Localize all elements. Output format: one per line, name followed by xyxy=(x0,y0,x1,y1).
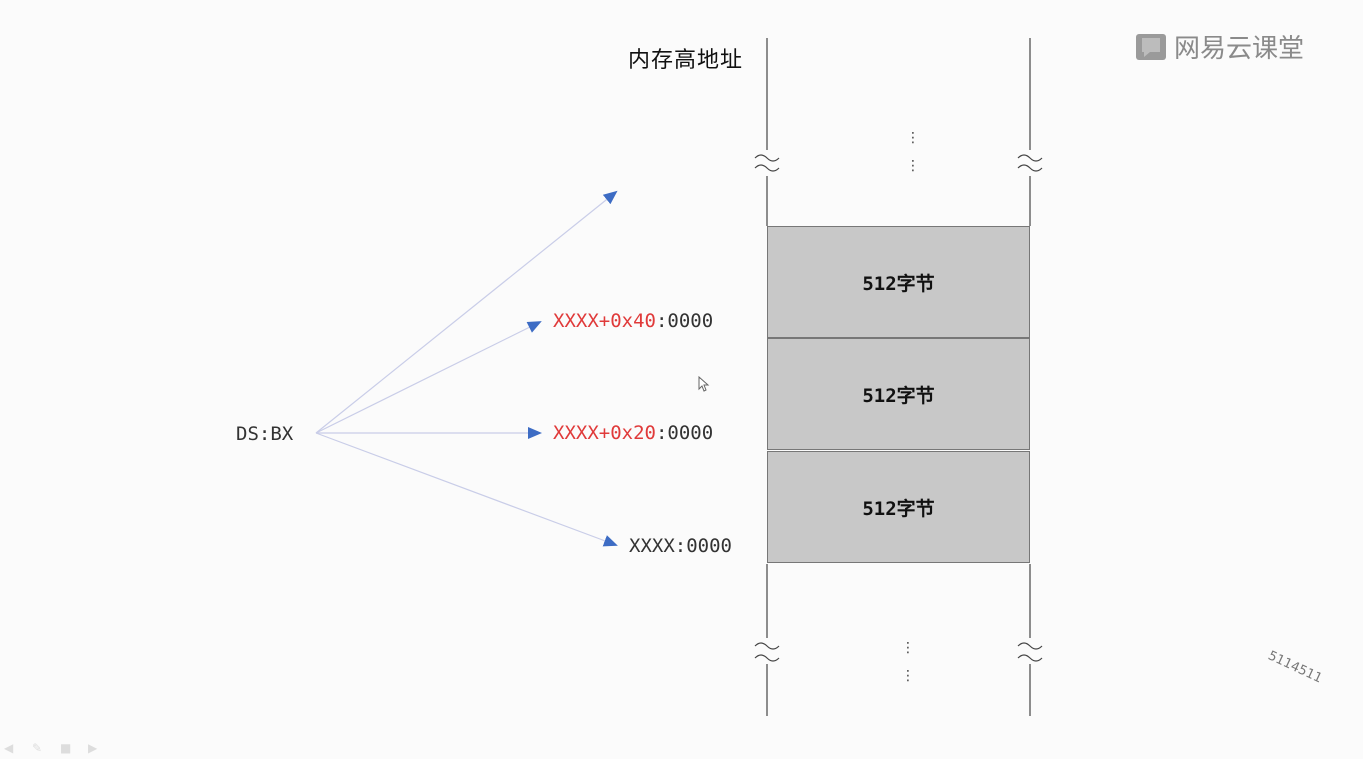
address-plus-20: XXXX+0x20:0000 xyxy=(553,422,713,444)
break-mark-left-top-a xyxy=(754,154,780,162)
ds-bx-label: DS:BX xyxy=(236,423,294,445)
break-mark-right-bottom-a xyxy=(1017,642,1043,650)
address-plus-20-offset: :0000 xyxy=(655,422,714,444)
ellipsis-top-2: ⋮ xyxy=(906,158,920,174)
slide-toolbar: ◀ ✎ ■ ▶ xyxy=(4,742,106,754)
menu-icon[interactable]: ■ xyxy=(60,742,78,754)
address-plus-40-offset: :0000 xyxy=(655,310,714,332)
mouse-cursor-icon xyxy=(698,375,710,396)
break-mark-right-top-b xyxy=(1017,164,1043,172)
prev-slide-icon[interactable]: ◀ xyxy=(4,742,22,754)
break-mark-left-top-b xyxy=(754,164,780,172)
logo-text: 网易云课堂 xyxy=(1174,34,1305,64)
next-slide-icon[interactable]: ▶ xyxy=(88,742,106,754)
arrow-to-plus-40 xyxy=(315,321,542,434)
netease-logo: 网易云课堂 xyxy=(1136,28,1304,65)
address-plus-20-segment: XXXX+0x20 xyxy=(553,422,656,444)
break-mark-right-top-a xyxy=(1017,154,1043,162)
break-mark-right-bottom-b xyxy=(1017,654,1043,662)
memory-block-bottom: 512字节 xyxy=(767,451,1030,563)
ellipsis-bottom-1: ⋮ xyxy=(901,640,915,656)
address-plus-40-segment: XXXX+0x40 xyxy=(553,310,656,332)
ellipsis-bottom-2: ⋮ xyxy=(901,668,915,684)
high-address-label: 内存高地址 xyxy=(628,48,744,73)
memory-block-top: 512字节 xyxy=(767,226,1030,338)
ellipsis-top-1: ⋮ xyxy=(906,130,920,146)
arrow-to-base xyxy=(315,432,618,547)
address-base: XXXX:0000 xyxy=(629,535,732,557)
memory-block-middle: 512字节 xyxy=(767,338,1030,450)
break-mark-left-bottom-a xyxy=(754,642,780,650)
pen-icon[interactable]: ✎ xyxy=(32,742,50,754)
memory-diagram: ⋮ ⋮ ⋮ ⋮ xyxy=(315,38,1043,716)
break-mark-left-bottom-b xyxy=(754,654,780,662)
address-plus-40: XXXX+0x40:0000 xyxy=(553,310,713,332)
book-icon xyxy=(1136,33,1166,60)
